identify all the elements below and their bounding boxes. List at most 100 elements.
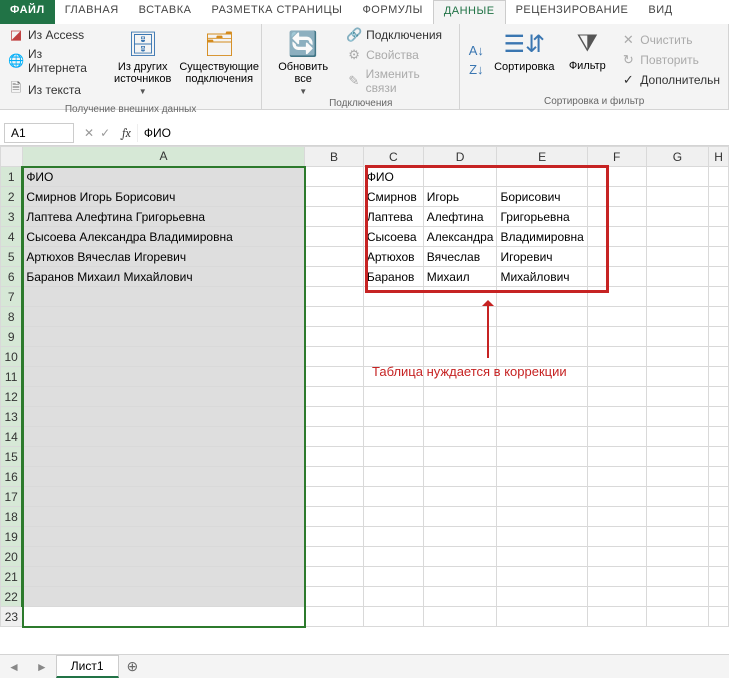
tab-insert[interactable]: ВСТАВКА	[129, 0, 202, 24]
cell-A3[interactable]: Лаптева Алефтина Григорьевна	[22, 207, 304, 227]
tab-home[interactable]: ГЛАВНАЯ	[55, 0, 129, 24]
cell-B22[interactable]	[305, 587, 364, 607]
spreadsheet-grid[interactable]: ABCDEFGH1ФИОФИО2Смирнов Игорь БорисовичС…	[0, 146, 729, 654]
cell-C1[interactable]: ФИО	[363, 167, 423, 187]
row-header-16[interactable]: 16	[1, 467, 23, 487]
sheet-nav-prev[interactable]: ◄	[0, 660, 28, 674]
cell-E19[interactable]	[497, 527, 587, 547]
cell-C19[interactable]	[363, 527, 423, 547]
cell-C3[interactable]: Лаптева	[363, 207, 423, 227]
col-header-C[interactable]: C	[363, 147, 423, 167]
cell-A13[interactable]	[22, 407, 304, 427]
fx-icon[interactable]: fx	[116, 126, 137, 140]
cell-B17[interactable]	[305, 487, 364, 507]
cell-E8[interactable]	[497, 307, 587, 327]
cell-H7[interactable]	[709, 287, 729, 307]
cell-F6[interactable]	[587, 267, 646, 287]
cell-E23[interactable]	[497, 607, 587, 627]
cell-H5[interactable]	[709, 247, 729, 267]
cell-B1[interactable]	[305, 167, 364, 187]
tab-data[interactable]: ДАННЫЕ	[433, 0, 506, 24]
cell-H13[interactable]	[709, 407, 729, 427]
col-header-E[interactable]: E	[497, 147, 587, 167]
cell-H15[interactable]	[709, 447, 729, 467]
row-header-21[interactable]: 21	[1, 567, 23, 587]
cell-F21[interactable]	[587, 567, 646, 587]
row-header-11[interactable]: 11	[1, 367, 23, 387]
cell-E2[interactable]: Борисович	[497, 187, 587, 207]
cell-H21[interactable]	[709, 567, 729, 587]
cell-H14[interactable]	[709, 427, 729, 447]
cell-A9[interactable]	[22, 327, 304, 347]
cell-F9[interactable]	[587, 327, 646, 347]
cell-G17[interactable]	[646, 487, 709, 507]
cell-H11[interactable]	[709, 367, 729, 387]
row-header-9[interactable]: 9	[1, 327, 23, 347]
advanced-button[interactable]: ✓Дополнительн	[618, 71, 722, 89]
row-header-13[interactable]: 13	[1, 407, 23, 427]
row-header-19[interactable]: 19	[1, 527, 23, 547]
cell-E16[interactable]	[497, 467, 587, 487]
connections-button[interactable]: 🔗Подключения	[344, 26, 453, 44]
cell-G3[interactable]	[646, 207, 709, 227]
cell-D5[interactable]: Вячеслав	[423, 247, 497, 267]
cell-H12[interactable]	[709, 387, 729, 407]
cell-E14[interactable]	[497, 427, 587, 447]
cell-H22[interactable]	[709, 587, 729, 607]
row-header-12[interactable]: 12	[1, 387, 23, 407]
cell-H6[interactable]	[709, 267, 729, 287]
cell-F14[interactable]	[587, 427, 646, 447]
cell-G23[interactable]	[646, 607, 709, 627]
cell-A22[interactable]	[22, 587, 304, 607]
cell-G8[interactable]	[646, 307, 709, 327]
cell-D15[interactable]	[423, 447, 497, 467]
cell-G19[interactable]	[646, 527, 709, 547]
cell-D22[interactable]	[423, 587, 497, 607]
cell-G14[interactable]	[646, 427, 709, 447]
cell-C23[interactable]	[363, 607, 423, 627]
cell-B11[interactable]	[305, 367, 364, 387]
cell-A18[interactable]	[22, 507, 304, 527]
sheet-tab[interactable]: Лист1	[56, 655, 119, 678]
cell-E21[interactable]	[497, 567, 587, 587]
cell-E20[interactable]	[497, 547, 587, 567]
cell-G10[interactable]	[646, 347, 709, 367]
row-header-3[interactable]: 3	[1, 207, 23, 227]
cell-C2[interactable]: Смирнов	[363, 187, 423, 207]
cell-C8[interactable]	[363, 307, 423, 327]
cell-E7[interactable]	[497, 287, 587, 307]
cell-D17[interactable]	[423, 487, 497, 507]
cell-E9[interactable]	[497, 327, 587, 347]
cell-C14[interactable]	[363, 427, 423, 447]
cell-D21[interactable]	[423, 567, 497, 587]
row-header-5[interactable]: 5	[1, 247, 23, 267]
cell-E12[interactable]	[497, 387, 587, 407]
cell-B2[interactable]	[305, 187, 364, 207]
cell-D9[interactable]	[423, 327, 497, 347]
row-header-23[interactable]: 23	[1, 607, 23, 627]
row-header-15[interactable]: 15	[1, 447, 23, 467]
col-header-F[interactable]: F	[587, 147, 646, 167]
cell-H9[interactable]	[709, 327, 729, 347]
cell-A21[interactable]	[22, 567, 304, 587]
cell-F1[interactable]	[587, 167, 646, 187]
cell-C20[interactable]	[363, 547, 423, 567]
formula-confirm-icon[interactable]: ✓	[100, 126, 110, 140]
row-header-6[interactable]: 6	[1, 267, 23, 287]
cell-B13[interactable]	[305, 407, 364, 427]
cell-A7[interactable]	[22, 287, 304, 307]
cell-H2[interactable]	[709, 187, 729, 207]
cell-C6[interactable]: Баранов	[363, 267, 423, 287]
cell-G11[interactable]	[646, 367, 709, 387]
cell-F17[interactable]	[587, 487, 646, 507]
cell-F12[interactable]	[587, 387, 646, 407]
cell-D16[interactable]	[423, 467, 497, 487]
cell-A15[interactable]	[22, 447, 304, 467]
cell-F23[interactable]	[587, 607, 646, 627]
tab-review[interactable]: РЕЦЕНЗИРОВАНИЕ	[506, 0, 639, 24]
cell-F19[interactable]	[587, 527, 646, 547]
cell-E6[interactable]: Михайлович	[497, 267, 587, 287]
cell-G9[interactable]	[646, 327, 709, 347]
cell-A6[interactable]: Баранов Михаил Михайлович	[22, 267, 304, 287]
cell-D3[interactable]: Алефтина	[423, 207, 497, 227]
